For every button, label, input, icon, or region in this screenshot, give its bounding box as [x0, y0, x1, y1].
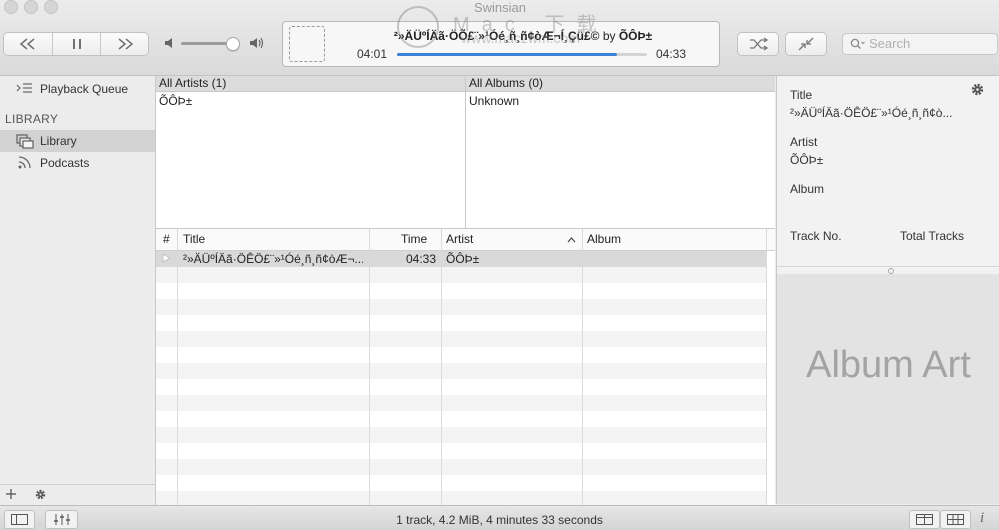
zoom-window-button[interactable] — [44, 0, 58, 14]
sidebar-item-library[interactable]: Library — [0, 130, 155, 152]
album-art-placeholder: Album Art — [806, 344, 971, 386]
playback-progress-bar[interactable] — [397, 53, 647, 56]
total-time: 04:33 — [656, 47, 687, 61]
volume-slider-knob[interactable] — [226, 37, 241, 51]
pane-divider[interactable] — [465, 76, 466, 228]
table-row[interactable] — [156, 443, 766, 459]
grid-icon — [947, 514, 964, 525]
table-row[interactable] — [156, 267, 766, 283]
next-button[interactable] — [101, 33, 148, 55]
minimize-window-button[interactable] — [24, 0, 38, 14]
sort-ascending-icon — [567, 237, 576, 243]
table-row[interactable] — [156, 395, 766, 411]
title-value[interactable]: ²»ÄÜºÍÄã·ÖÊÖ£¨»¹Óé¸ñ¸ñ¢ò... — [790, 106, 990, 120]
sidebar-item-playback-queue[interactable]: Playback Queue — [0, 78, 155, 100]
column-header-artist[interactable]: Artist — [446, 232, 473, 246]
close-window-button[interactable] — [4, 0, 18, 14]
search-field[interactable] — [842, 33, 998, 55]
previous-button[interactable] — [4, 33, 52, 55]
add-playlist-button[interactable] — [5, 488, 17, 500]
sidebar-item-label: Library — [40, 134, 77, 148]
now-playing-indicator-icon — [162, 252, 171, 266]
artists-column-header[interactable]: All Artists (1) — [156, 76, 465, 92]
track-time-cell: 04:33 — [406, 252, 437, 266]
artist-value[interactable]: ÕÔÞ± — [790, 153, 823, 167]
podcast-icon — [18, 156, 31, 169]
status-bar: 1 track, 4.2 MiB, 4 minutes 33 seconds i — [0, 505, 999, 530]
library-summary: 1 track, 4.2 MiB, 4 minutes 33 seconds — [396, 513, 603, 527]
album-art-area[interactable]: Album Art — [776, 274, 999, 504]
gear-icon[interactable] — [34, 488, 47, 501]
window-title: Swinsian — [473, 0, 527, 15]
table-row[interactable] — [156, 411, 766, 427]
table-row[interactable] — [156, 315, 766, 331]
now-playing-artist: ÕÔÞ± — [618, 29, 653, 43]
sidebar-item-podcasts[interactable]: Podcasts — [0, 152, 155, 174]
sidebar-item-label: Playback Queue — [40, 82, 129, 96]
album-item[interactable]: Unknown — [469, 94, 519, 108]
queue-icon — [16, 83, 32, 93]
pause-icon — [72, 39, 81, 49]
sidebar-item-label: Podcasts — [40, 156, 90, 170]
playback-progress-fill — [397, 53, 617, 56]
now-playing-display: ²»ÄÜºÍÄã·ÖÕ£¨»¹Óé¸ñ¸ñ¢òÆ¬Í¸Çü£© by ÕÔÞ± … — [282, 21, 720, 67]
table-row[interactable] — [156, 363, 766, 379]
column-header-number[interactable]: # — [163, 232, 170, 246]
column-header-album[interactable]: Album — [587, 232, 621, 246]
column-header-title[interactable]: Title — [183, 232, 205, 246]
fast-forward-icon — [118, 38, 133, 50]
rewind-icon — [19, 38, 35, 50]
table-row[interactable] — [156, 347, 766, 363]
total-tracks-label: Total Tracks — [900, 229, 965, 243]
library-icon — [16, 134, 34, 149]
table-row[interactable] — [156, 299, 766, 315]
sidebar-section-heading: LIBRARY — [5, 112, 59, 126]
title-label: Title — [790, 88, 813, 102]
track-title-cell: ²»ÄÜºÍÄã·ÖÊÖ£¨»¹Óé¸ñ¸ñ¢òÆ¬... — [183, 252, 363, 266]
now-playing-by-label: by — [602, 29, 616, 43]
mini-player-button[interactable] — [785, 32, 827, 56]
table-row[interactable] — [156, 283, 766, 299]
collapse-arrows-icon — [798, 37, 814, 51]
shuffle-icon — [750, 37, 769, 51]
album-label: Album — [790, 182, 825, 196]
gear-icon[interactable] — [970, 82, 985, 97]
shuffle-button[interactable] — [737, 32, 779, 56]
grid-view-button[interactable] — [940, 510, 971, 529]
info-button[interactable]: i — [980, 510, 984, 527]
elapsed-time: 04:01 — [357, 47, 388, 61]
table-row[interactable] — [156, 427, 766, 443]
column-header-time[interactable]: Time — [401, 232, 427, 246]
transport-controls — [3, 32, 149, 56]
artist-label: Artist — [790, 135, 818, 149]
track-number-label: Track No. — [790, 229, 842, 243]
split-view-icon — [916, 514, 933, 525]
table-row[interactable] — [156, 331, 766, 347]
speaker-loud-icon — [250, 37, 264, 49]
track-inspector: Title ²»ÄÜºÍÄã·ÖÊÖ£¨»¹Óé¸ñ¸ñ¢ò... Artist… — [776, 76, 999, 266]
now-playing-track-title: ²»ÄÜºÍÄã·ÖÕ£¨»¹Óé¸ñ¸ñ¢òÆ¬Í¸Çü£© — [393, 29, 600, 43]
albums-column-header[interactable]: All Albums (0) — [466, 76, 775, 92]
library-browser: All Artists (1) ÕÔÞ± All Albums (0) Unkn… — [156, 76, 775, 228]
now-playing-title: ²»ÄÜºÍÄã·ÖÕ£¨»¹Óé¸ñ¸ñ¢òÆ¬Í¸Çü£© by ÕÔÞ± — [335, 29, 711, 43]
now-playing-artwork — [289, 26, 325, 62]
table-row[interactable]: ²»ÄÜºÍÄã·ÖÊÖ£¨»¹Óé¸ñ¸ñ¢òÆ¬... 04:33 ÕÔÞ± — [156, 251, 766, 267]
search-input[interactable] — [869, 35, 989, 52]
table-row[interactable] — [156, 379, 766, 395]
table-row[interactable] — [156, 475, 766, 491]
table-row[interactable] — [156, 459, 766, 475]
table-row[interactable] — [156, 491, 766, 505]
sidebar: Playback Queue LIBRARY Library Podcasts — [0, 76, 156, 484]
speaker-icon — [165, 38, 172, 48]
track-artist-cell: ÕÔÞ± — [446, 252, 480, 266]
sidebar-footer — [0, 484, 156, 505]
toolbar: Swinsian ²»ÄÜºÍÄã·ÖÕ£¨»¹Óé¸ñ¸ñ¢òÆ¬Í¸Çü£©… — [0, 0, 999, 76]
track-table: ²»ÄÜºÍÄã·ÖÊÖ£¨»¹Óé¸ñ¸ñ¢òÆ¬... 04:33 ÕÔÞ± #… — [156, 228, 775, 505]
artist-item[interactable]: ÕÔÞ± — [159, 94, 192, 108]
pause-button[interactable] — [53, 33, 100, 55]
browser-view-button[interactable] — [909, 510, 940, 529]
search-icon — [850, 38, 865, 49]
table-header: # Title Time Artist Album — [156, 229, 775, 251]
